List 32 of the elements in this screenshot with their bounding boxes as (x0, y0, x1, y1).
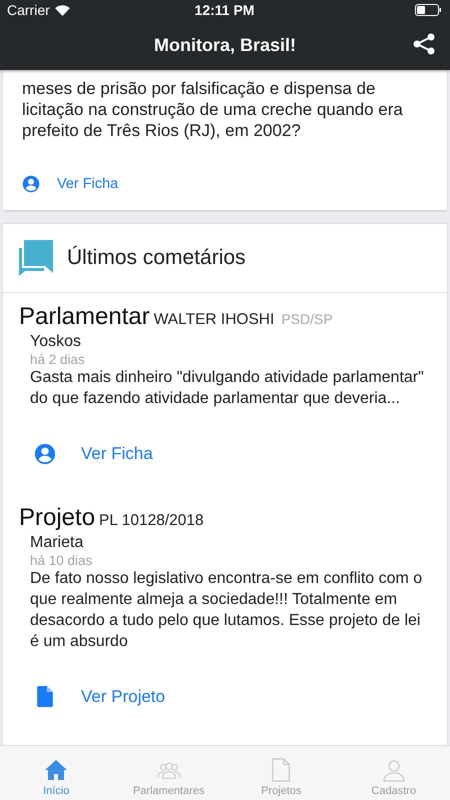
profile-link[interactable]: Ver Ficha (34, 443, 153, 465)
tab[interactable]: Parlamentares (112, 746, 225, 800)
question-text: meses de prisão por falsificação e dispensa de licitação na construção de uma creche quando era prefeito de Três Rios (RJ), em 2002? (22, 78, 404, 141)
battery-icon (415, 4, 442, 16)
chat-icon (19, 240, 55, 276)
tab[interactable]: Início (0, 746, 112, 800)
comment-type: Projeto (19, 504, 96, 532)
project-link[interactable]: Ver Projeto (34, 686, 166, 707)
comment-subject: PL 10128/2018 (99, 512, 204, 530)
share-icon (412, 32, 436, 56)
comment-text: Gasta mais dinheiro "divulgando atividade parlamentar" do que fazendo atividade parlamentar que deveria... (30, 368, 425, 409)
home-icon (44, 758, 68, 782)
comment-subject: WALTER IHOSHI (154, 311, 274, 329)
section-title: Últimos cometários (67, 246, 246, 270)
person-icon (382, 758, 406, 782)
carrier-name: Carrier (7, 2, 50, 18)
app-title: Monitora, Brasil! (154, 34, 296, 56)
document-icon (37, 686, 53, 707)
status-time: 12:11 PM (194, 2, 254, 18)
comment-time: há 10 dias (30, 553, 94, 568)
tab[interactable]: Projetos (225, 746, 338, 800)
party-label: PSD/SP (281, 311, 333, 327)
tab[interactable]: Cadastro (338, 746, 450, 800)
user-icon (34, 443, 56, 465)
comment-time: há 2 dias (30, 352, 86, 367)
user-icon (22, 175, 40, 193)
comment-type: Parlamentar (19, 303, 150, 331)
comment-author: Yoskos (30, 333, 82, 351)
comment-author: Marieta (30, 534, 84, 552)
profile-link[interactable]: Ver Ficha (22, 175, 118, 193)
wifi-icon (54, 4, 70, 16)
comment-text: De fato nosso legislativo encontra-se em conflito com o que realmente almeja a sociedade!!! Totalmente em desacordo a tudo pelo que lutamos. Esse projeto de lei é um absurdo (30, 569, 424, 652)
